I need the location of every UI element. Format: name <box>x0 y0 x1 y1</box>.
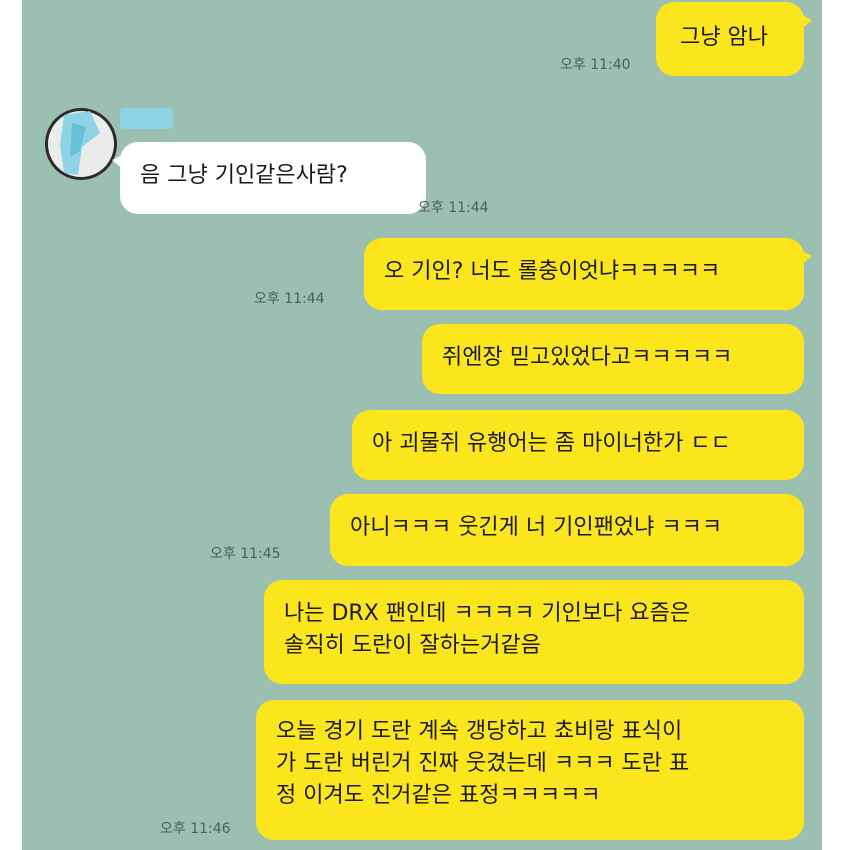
sender-name: ㄷㅇㄹ <box>120 108 174 129</box>
message-text: 음 그냥 기인같은사람? <box>140 163 348 188</box>
message-time: 오후 11:40 <box>560 57 631 73</box>
message-bubble-m8[interactable]: 오늘 경기 도란 계속 갱당하고 쵸비랑 표식이 가 도란 버린거 진짜 웃겼는… <box>256 700 804 840</box>
chat-area[interactable]: 그냥 암나 오후 11:40 ㄷㅇㄹ 음 그냥 기인같은사람? 오후 11:44… <box>22 0 822 850</box>
message-line: 오늘 경기 도란 계속 갱당하고 쵸비랑 표식이 <box>276 719 683 744</box>
message-text: 아니ㅋㅋㅋ 웃긴게 너 기인팬었냐 ㅋㅋㅋ <box>350 515 723 540</box>
message-bubble-m7[interactable]: 나는 DRX 팬인데 ㅋㅋㅋㅋ 기인보다 요즘은 솔직히 도란이 잘하는거같음 <box>264 580 804 684</box>
message-time: 오후 11:44 <box>254 291 325 307</box>
message-text: 오 기인? 너도 롤충이엇냐ㅋㅋㅋㅋㅋ <box>384 259 721 284</box>
message-bubble-m5[interactable]: 아 괴물쥐 유행어는 좀 마이너한가 ㄷㄷ <box>352 410 804 480</box>
message-time: 오후 11:44 <box>418 200 489 216</box>
message-line: 솔직히 도란이 잘하는거같음 <box>284 633 541 658</box>
message-bubble-m4[interactable]: 쥐엔장 믿고있었다고ㅋㅋㅋㅋㅋ <box>422 324 804 394</box>
sender-name-redacted: ㄷㅇㄹ <box>120 108 174 129</box>
message-text: 그냥 암나 <box>680 25 768 50</box>
message-bubble-m6[interactable]: 아니ㅋㅋㅋ 웃긴게 너 기인팬었냐 ㅋㅋㅋ <box>330 494 804 566</box>
message-time: 오후 11:45 <box>210 546 281 562</box>
message-bubble-m2[interactable]: 음 그냥 기인같은사람? <box>112 142 426 214</box>
message-line: 가 도란 버린거 진짜 웃겼는데 ㅋㅋㅋ 도란 표 <box>276 751 690 776</box>
message-line: 정 이겨도 진거같은 표정ㅋㅋㅋㅋㅋ <box>276 783 601 808</box>
message-bubble-m3[interactable]: 오 기인? 너도 롤충이엇냐ㅋㅋㅋㅋㅋ <box>364 238 812 310</box>
message-bubble-m1[interactable]: 그냥 암나 <box>656 2 812 76</box>
profile-avatar-icon[interactable] <box>42 105 120 183</box>
message-text: 아 괴물쥐 유행어는 좀 마이너한가 ㄷㄷ <box>372 431 731 456</box>
message-time: 오후 11:46 <box>160 821 231 837</box>
message-text: 쥐엔장 믿고있었다고ㅋㅋㅋㅋㅋ <box>442 345 733 370</box>
message-line: 나는 DRX 팬인데 ㅋㅋㅋㅋ 기인보다 요즘은 <box>284 601 691 626</box>
